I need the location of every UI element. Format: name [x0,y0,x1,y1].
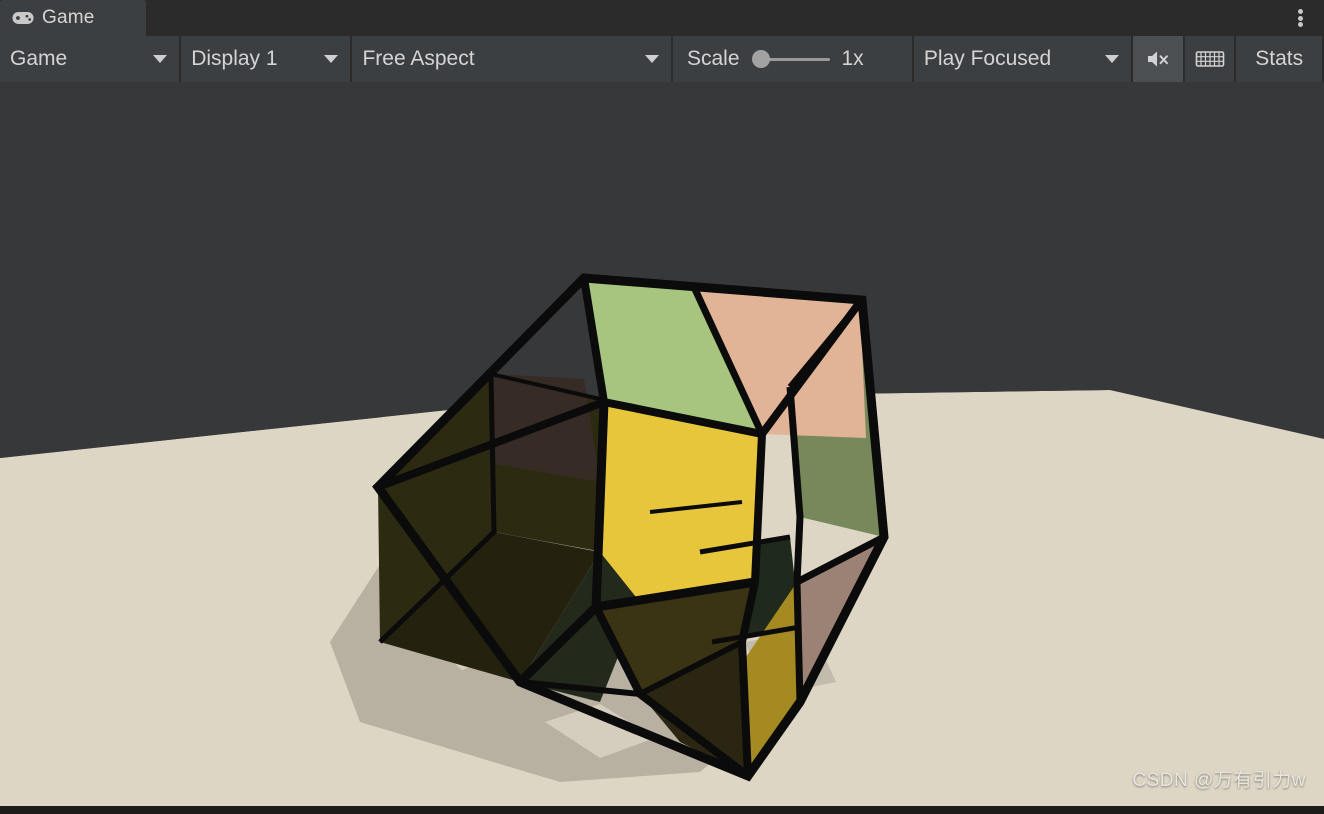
display-selector-dropdown[interactable]: Display 1 [181,36,351,82]
kebab-dot [1297,9,1303,14]
tab-game[interactable]: Game [0,0,146,36]
window-bottom-edge [0,806,1324,814]
aspect-ratio-dropdown[interactable]: Free Aspect [352,36,671,82]
scale-value: 1x [841,47,864,70]
kebab-dot [1297,22,1303,27]
aspect-ratio-label: Free Aspect [362,47,475,70]
rendered-scene [0,82,1324,806]
gizmos-grid-icon [1195,51,1224,67]
scale-label: Scale [686,47,740,70]
game-view-toolbar: Game Display 1 Free Aspect Scale 1x Play… [0,36,1324,82]
overflow-menu-button[interactable] [1290,6,1310,30]
scale-slider-knob[interactable] [751,50,770,68]
chevron-down-icon [1104,55,1119,63]
view-selector-label: Game [10,47,68,70]
scale-slider-track [761,57,830,61]
mute-audio-toggle[interactable] [1132,36,1183,82]
chevron-down-icon [644,55,659,63]
view-selector-dropdown[interactable]: Game [0,36,180,82]
stats-toggle[interactable]: Stats [1236,36,1322,82]
tab-game-label: Game [42,7,95,28]
gizmos-toggle[interactable] [1184,36,1235,82]
chevron-down-icon [324,55,339,63]
kebab-dot [1297,15,1303,21]
display-selector-label: Display 1 [191,47,278,70]
play-mode-label: Play Focused [923,47,1052,70]
tab-strip: Game [0,0,1324,36]
game-viewport[interactable]: CSDN @万有引力w [0,82,1324,806]
scale-control[interactable]: Scale 1x [672,36,912,82]
stats-label: Stats [1255,47,1304,70]
unity-game-window: Game Game Display 1 Free Aspect Scale 1x… [0,0,1324,814]
scale-slider[interactable] [751,50,830,68]
gamepad-icon [12,12,34,24]
play-mode-dropdown[interactable]: Play Focused [913,36,1131,82]
mute-audio-icon [1147,51,1168,67]
chevron-down-icon [153,55,168,63]
